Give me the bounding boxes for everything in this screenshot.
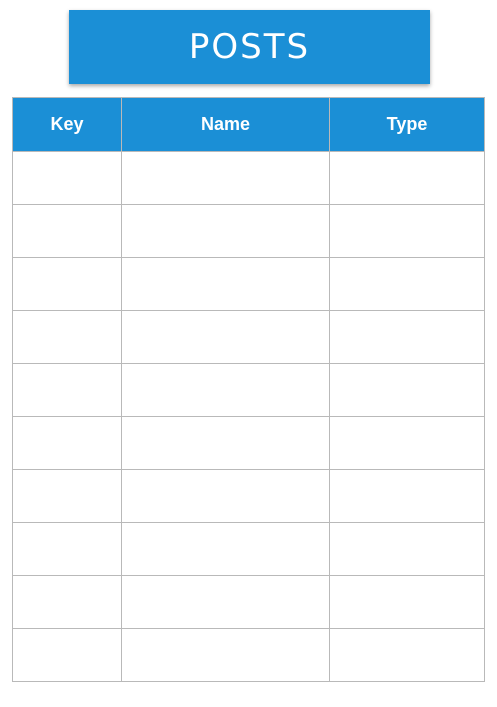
table-cell-key xyxy=(12,151,122,205)
table-cell-type xyxy=(329,469,485,523)
table-cell-key xyxy=(12,522,122,576)
table-cell-type xyxy=(329,310,485,364)
table-cell-name xyxy=(121,628,330,682)
column-header-key: Key xyxy=(12,97,122,152)
entity-table: Key Name Type xyxy=(12,97,485,682)
column-header-name: Name xyxy=(121,97,330,152)
table-cell-type xyxy=(329,522,485,576)
table-cell-name xyxy=(121,363,330,417)
table-cell-name xyxy=(121,151,330,205)
table-cell-key xyxy=(12,575,122,629)
table-cell-name xyxy=(121,416,330,470)
table-row xyxy=(12,363,485,417)
table-cell-key xyxy=(12,363,122,417)
entity-title: POSTS xyxy=(69,10,430,84)
table-cell-type xyxy=(329,151,485,205)
table-cell-type xyxy=(329,363,485,417)
table-header-row: Key Name Type xyxy=(12,97,485,152)
table-cell-type xyxy=(329,628,485,682)
table-row xyxy=(12,151,485,205)
table-row xyxy=(12,469,485,523)
table-cell-name xyxy=(121,575,330,629)
table-cell-name xyxy=(121,469,330,523)
table-cell-name xyxy=(121,257,330,311)
table-row xyxy=(12,628,485,682)
table-row xyxy=(12,416,485,470)
table-row xyxy=(12,204,485,258)
table-cell-key xyxy=(12,257,122,311)
table-cell-type xyxy=(329,416,485,470)
table-cell-name xyxy=(121,310,330,364)
table-row xyxy=(12,575,485,629)
table-cell-type xyxy=(329,204,485,258)
table-cell-key xyxy=(12,416,122,470)
table-row xyxy=(12,257,485,311)
table-cell-type xyxy=(329,257,485,311)
table-body xyxy=(12,151,485,682)
table-row xyxy=(12,310,485,364)
table-cell-name xyxy=(121,522,330,576)
table-row xyxy=(12,522,485,576)
table-cell-type xyxy=(329,575,485,629)
table-cell-key xyxy=(12,628,122,682)
column-header-type: Type xyxy=(329,97,485,152)
table-cell-key xyxy=(12,469,122,523)
table-cell-key xyxy=(12,310,122,364)
table-cell-key xyxy=(12,204,122,258)
table-cell-name xyxy=(121,204,330,258)
